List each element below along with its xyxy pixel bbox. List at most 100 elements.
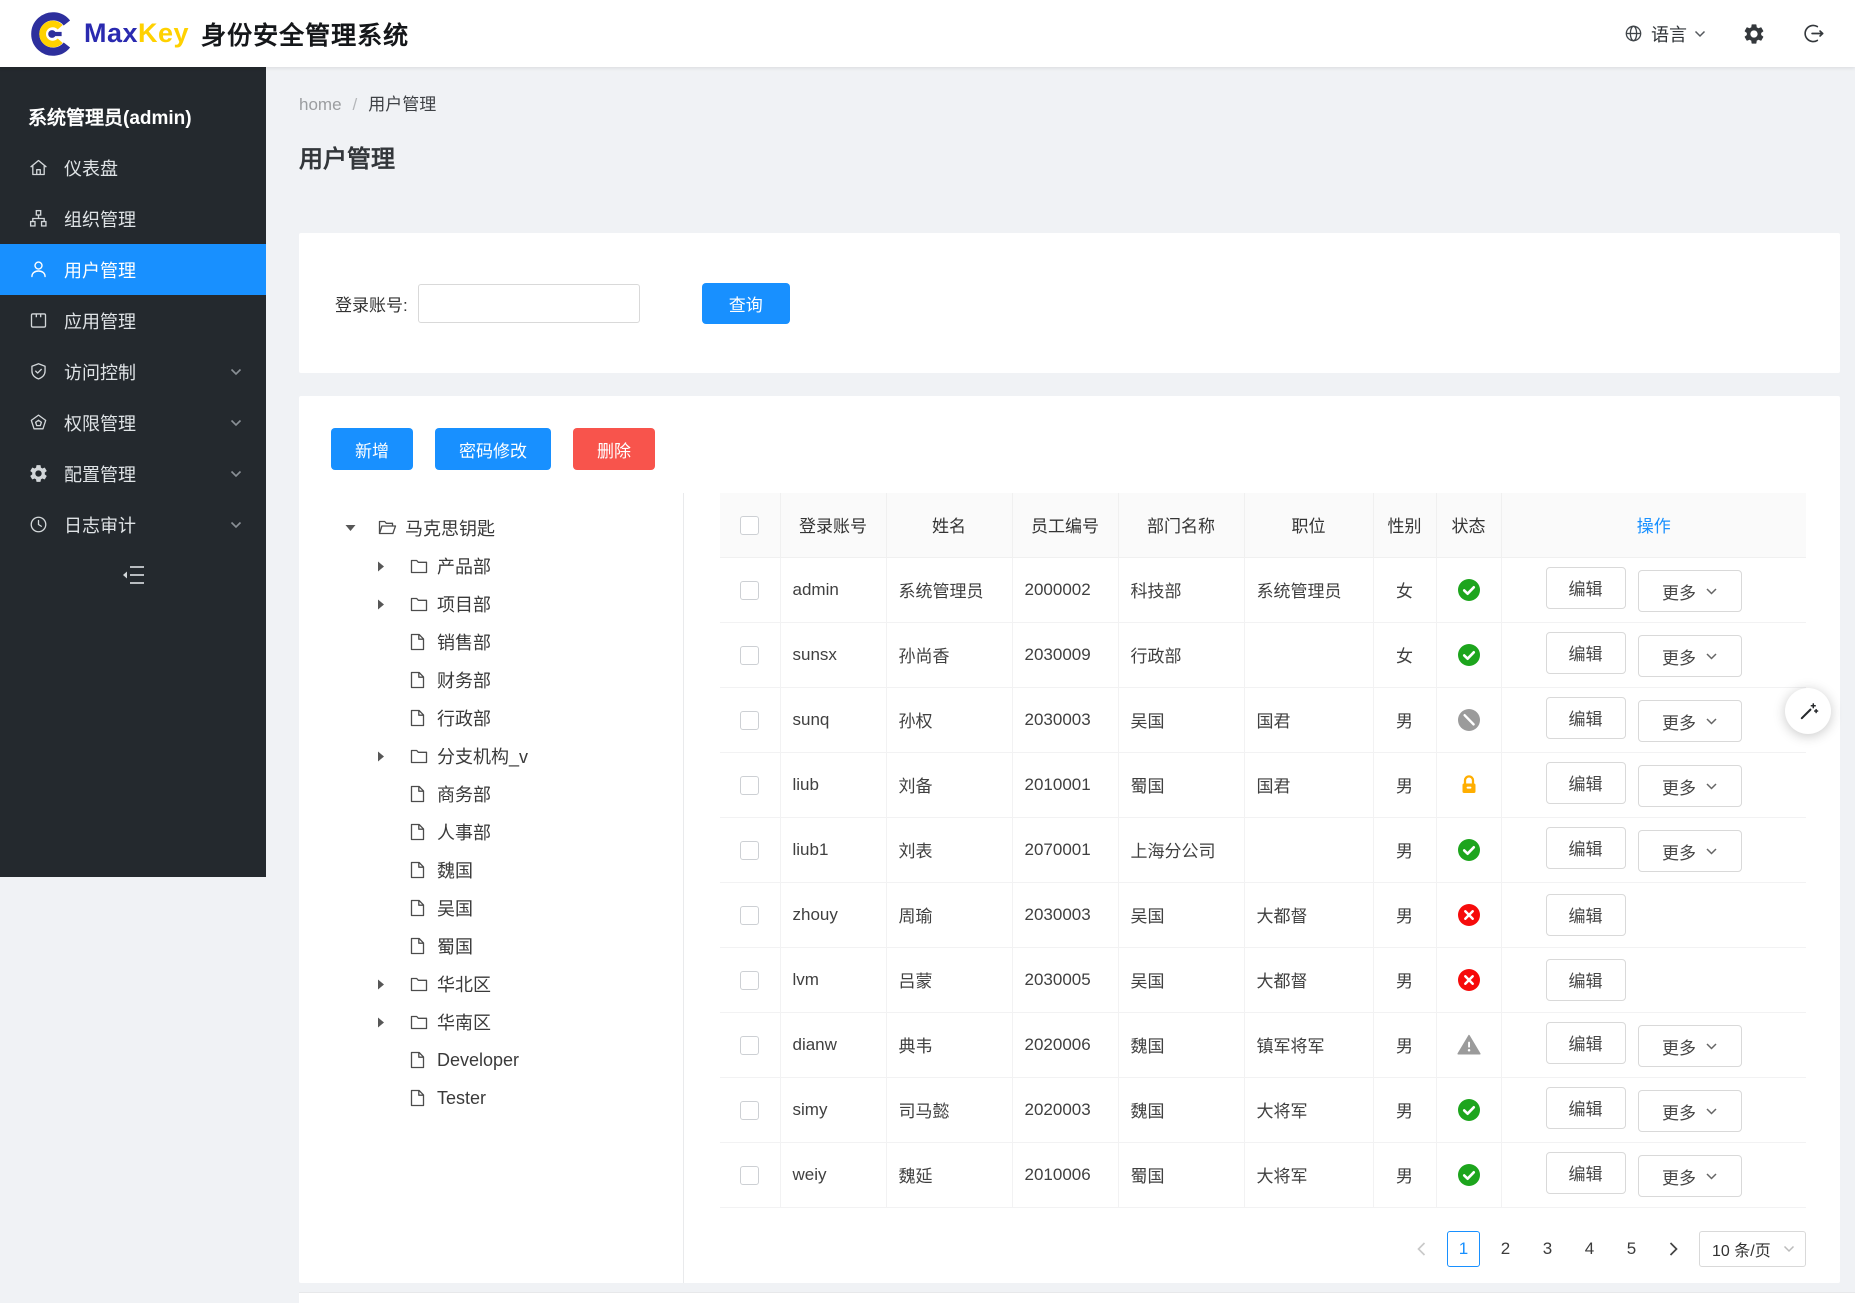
more-button[interactable]: 更多 (1638, 570, 1742, 612)
sidebar-item-label: 组织管理 (64, 206, 136, 232)
more-button[interactable]: 更多 (1638, 765, 1742, 807)
edit-button[interactable]: 编辑 (1546, 827, 1626, 869)
pagination-page-2[interactable]: 2 (1489, 1231, 1522, 1267)
edit-button[interactable]: 编辑 (1546, 894, 1626, 936)
row-checkbox[interactable] (740, 646, 759, 665)
magic-wand-icon (1798, 701, 1819, 722)
edit-button[interactable]: 编辑 (1546, 632, 1626, 674)
tree-item[interactable]: 产品部 (299, 547, 683, 585)
row-checkbox[interactable] (740, 1166, 759, 1185)
footer-strip (299, 1292, 1855, 1303)
tree-item[interactable]: 分支机构_v (299, 737, 683, 775)
settings-gear-icon[interactable] (1742, 22, 1766, 46)
tree-item[interactable]: 商务部 (299, 775, 683, 813)
cell-gender: 男 (1373, 882, 1436, 947)
edit-button[interactable]: 编辑 (1546, 762, 1626, 804)
more-button[interactable]: 更多 (1638, 1155, 1742, 1197)
sidebar-item-audit[interactable]: 日志审计 (0, 499, 266, 550)
status-active-icon (1458, 1164, 1480, 1186)
tree-item-label: 销售部 (437, 629, 491, 655)
more-button[interactable]: 更多 (1638, 830, 1742, 872)
status-active-icon (1458, 1099, 1480, 1121)
logout-icon[interactable] (1802, 22, 1825, 45)
col-header-gender: 性别 (1373, 493, 1436, 557)
gear-icon (28, 463, 49, 484)
sidebar-item-apps[interactable]: 应用管理 (0, 295, 266, 346)
home-icon (28, 157, 49, 178)
pagination-page-4[interactable]: 4 (1573, 1231, 1606, 1267)
sidebar-item-config[interactable]: 配置管理 (0, 448, 266, 499)
breadcrumb-home-link[interactable]: home (299, 95, 342, 114)
pagination-next-button[interactable] (1657, 1231, 1690, 1267)
edit-button[interactable]: 编辑 (1546, 567, 1626, 609)
more-button-label: 更多 (1662, 1164, 1696, 1189)
caret-right-icon[interactable] (377, 599, 410, 610)
page-size-select[interactable]: 10 条/页 (1699, 1231, 1806, 1267)
login-account-input[interactable] (418, 284, 640, 323)
shield-icon (28, 361, 49, 382)
sidebar-item-users[interactable]: 用户管理 (0, 244, 266, 295)
tree-item[interactable]: 马克思钥匙 (299, 509, 683, 547)
add-button[interactable]: 新增 (331, 428, 413, 470)
pagination-page-3[interactable]: 3 (1531, 1231, 1564, 1267)
more-button[interactable]: 更多 (1638, 700, 1742, 742)
tree-item[interactable]: Developer (299, 1041, 683, 1079)
tree-item[interactable]: 人事部 (299, 813, 683, 851)
edit-button[interactable]: 编辑 (1546, 959, 1626, 1001)
chevron-down-icon (230, 368, 242, 376)
folder-icon (410, 977, 437, 992)
caret-right-icon[interactable] (377, 979, 410, 990)
language-switcher[interactable]: 语言 (1623, 21, 1706, 47)
change-password-button[interactable]: 密码修改 (435, 428, 551, 470)
tree-item-label: 行政部 (437, 705, 491, 731)
tree-item[interactable]: 蜀国 (299, 927, 683, 965)
org-icon (28, 208, 49, 229)
tree-item[interactable]: 吴国 (299, 889, 683, 927)
caret-down-icon[interactable] (345, 524, 378, 532)
more-button[interactable]: 更多 (1638, 1025, 1742, 1067)
tree-item[interactable]: 销售部 (299, 623, 683, 661)
delete-button[interactable]: 删除 (573, 428, 655, 470)
row-checkbox[interactable] (740, 971, 759, 990)
collapse-sidebar-button[interactable] (0, 552, 266, 598)
search-button[interactable]: 查询 (702, 283, 790, 324)
row-checkbox[interactable] (740, 581, 759, 600)
edit-button[interactable]: 编辑 (1546, 697, 1626, 739)
caret-right-icon[interactable] (377, 1017, 410, 1028)
tree-item[interactable]: 华南区 (299, 1003, 683, 1041)
tree-item[interactable]: Tester (299, 1079, 683, 1117)
row-checkbox[interactable] (740, 841, 759, 860)
sidebar-item-label: 权限管理 (64, 410, 136, 436)
more-button[interactable]: 更多 (1638, 635, 1742, 677)
sidebar-item-dashboard[interactable]: 仪表盘 (0, 142, 266, 193)
edit-button[interactable]: 编辑 (1546, 1152, 1626, 1194)
theme-tool-button[interactable] (1785, 688, 1831, 734)
pagination-page-1[interactable]: 1 (1447, 1231, 1480, 1267)
row-checkbox[interactable] (740, 906, 759, 925)
more-button[interactable]: 更多 (1638, 1090, 1742, 1132)
caret-right-icon[interactable] (377, 751, 410, 762)
edit-button[interactable]: 编辑 (1546, 1022, 1626, 1064)
tree-item[interactable]: 财务部 (299, 661, 683, 699)
tree-item[interactable]: 魏国 (299, 851, 683, 889)
pagination-page-5[interactable]: 5 (1615, 1231, 1648, 1267)
select-all-checkbox[interactable] (740, 516, 759, 535)
file-icon (410, 671, 437, 689)
sidebar-item-org[interactable]: 组织管理 (0, 193, 266, 244)
row-checkbox[interactable] (740, 711, 759, 730)
tree-item[interactable]: 项目部 (299, 585, 683, 623)
sidebar-item-permission[interactable]: 权限管理 (0, 397, 266, 448)
cell-employee-id: 2010001 (1012, 752, 1118, 817)
pagination-prev-button[interactable] (1405, 1231, 1438, 1267)
row-checkbox[interactable] (740, 1036, 759, 1055)
row-checkbox[interactable] (740, 776, 759, 795)
tree-item[interactable]: 行政部 (299, 699, 683, 737)
row-checkbox[interactable] (740, 1101, 759, 1120)
cell-position: 大都督 (1244, 882, 1373, 947)
sidebar-item-access[interactable]: 访问控制 (0, 346, 266, 397)
edit-button[interactable]: 编辑 (1546, 1087, 1626, 1129)
status-active-icon (1458, 579, 1480, 601)
tree-item[interactable]: 华北区 (299, 965, 683, 1003)
table-row: admin系统管理员2000002科技部系统管理员女编辑更多 (720, 557, 1806, 622)
caret-right-icon[interactable] (377, 561, 410, 572)
